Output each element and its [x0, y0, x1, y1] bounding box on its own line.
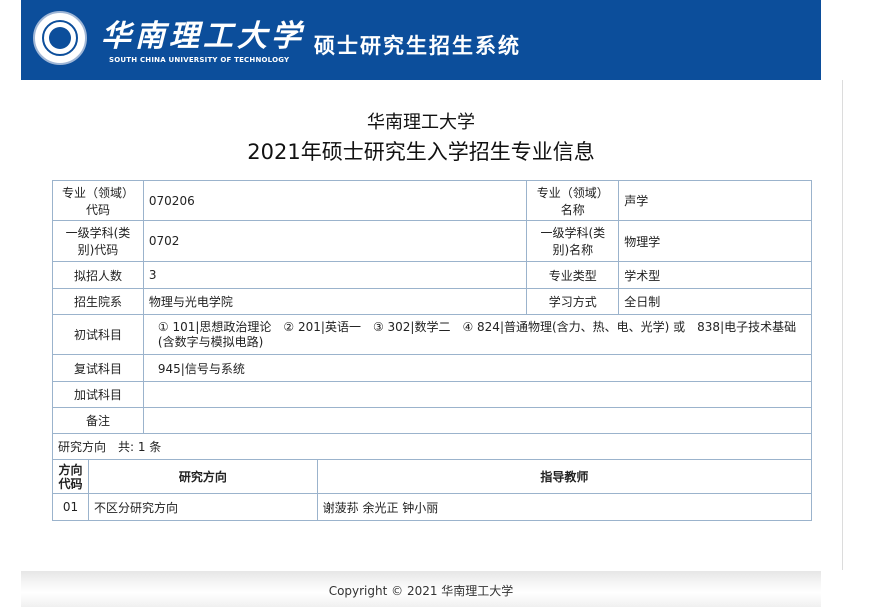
university-name-en: SOUTH CHINA UNIVERSITY OF TECHNOLOGY — [109, 56, 290, 64]
major-type-value: 学术型 — [618, 261, 812, 289]
quota-value: 3 — [142, 261, 528, 289]
extra-subjects-value — [142, 381, 813, 408]
major-code-value: 070206 — [142, 180, 528, 221]
page-right-border — [842, 80, 843, 570]
system-title: 硕士研究生招生系统 — [314, 33, 521, 58]
school-label: 招生院系 — [52, 288, 144, 315]
remark-label: 备注 — [52, 407, 144, 434]
school-title: 华南理工大学 — [367, 112, 475, 133]
direction-name-cell: 不区分研究方向 — [87, 493, 318, 521]
table-row: 一级学科(类别)代码 0702 一级学科(类别)名称 物理学 — [52, 220, 812, 262]
logo-emblem — [49, 27, 71, 49]
university-name-cn: 华南理工大学 — [101, 19, 305, 54]
study-mode-label: 学习方式 — [526, 288, 620, 315]
page-footer: Copyright © 2021 华南理工大学 — [21, 571, 821, 607]
prelim-subjects-label: 初试科目 — [52, 314, 144, 355]
table-row: 拟招人数 3 专业类型 学术型 — [52, 261, 812, 289]
header-banner: 华南理工大学 SOUTH CHINA UNIVERSITY OF TECHNOL… — [21, 0, 821, 80]
study-mode-value: 全日制 — [618, 288, 812, 315]
advisors-cell: 谢菠荪 余光正 钟小丽 — [316, 493, 813, 521]
table-row: 专业（领域）代码 070206 专业（领域）名称 声学 — [52, 180, 812, 221]
table-row: 初试科目 ① 101|思想政治理论 ② 201|英语一 ③ 302|数学二 ④ … — [52, 314, 813, 355]
school-value: 物理与光电学院 — [142, 288, 528, 315]
discipline-code-label: 一级学科(类别)代码 — [52, 220, 144, 262]
major-type-label: 专业类型 — [526, 261, 620, 289]
copyright-text: Copyright © 2021 华南理工大学 — [328, 584, 514, 598]
table-row: 备注 — [52, 407, 813, 434]
quota-label: 拟招人数 — [52, 261, 144, 289]
discipline-name-label: 一级学科(类别)名称 — [526, 220, 620, 262]
remark-value — [142, 407, 813, 434]
major-info-table: 专业（领域）代码 070206 专业（领域）名称 声学 一级学科(类别)代码 0… — [52, 180, 813, 521]
direction-code-cell: 01 — [52, 493, 89, 521]
advisors-header: 指导教师 — [316, 459, 813, 494]
discipline-name-value: 物理学 — [618, 220, 812, 262]
directions-header-row: 方向代码 研究方向 指导教师 — [52, 459, 813, 494]
directions-count: 研究方向 共: 1 条 — [52, 433, 812, 460]
discipline-code-value: 0702 — [142, 220, 528, 262]
table-row: 加试科目 — [52, 381, 813, 408]
major-name-label: 专业（领域）名称 — [526, 180, 620, 221]
table-row: 招生院系 物理与光电学院 学习方式 全日制 — [52, 288, 812, 315]
table-row: 01 不区分研究方向 谢菠荪 余光正 钟小丽 — [52, 493, 813, 521]
direction-name-header: 研究方向 — [87, 459, 318, 494]
table-row: 研究方向 共: 1 条 — [52, 433, 812, 460]
direction-code-header: 方向代码 — [52, 459, 89, 494]
university-logo — [33, 11, 87, 65]
prelim-subjects-value: ① 101|思想政治理论 ② 201|英语一 ③ 302|数学二 ④ 824|普… — [142, 314, 813, 355]
retest-subjects-value: 945|信号与系统 — [142, 354, 813, 382]
table-row: 复试科目 945|信号与系统 — [52, 354, 813, 382]
page-title: 2021年硕士研究生入学招生专业信息 — [247, 140, 595, 164]
retest-subjects-label: 复试科目 — [52, 354, 144, 382]
major-code-label: 专业（领域）代码 — [52, 180, 144, 221]
major-name-value: 声学 — [618, 180, 812, 221]
page-container: 华南理工大学 SOUTH CHINA UNIVERSITY OF TECHNOL… — [21, 0, 821, 610]
extra-subjects-label: 加试科目 — [52, 381, 144, 408]
